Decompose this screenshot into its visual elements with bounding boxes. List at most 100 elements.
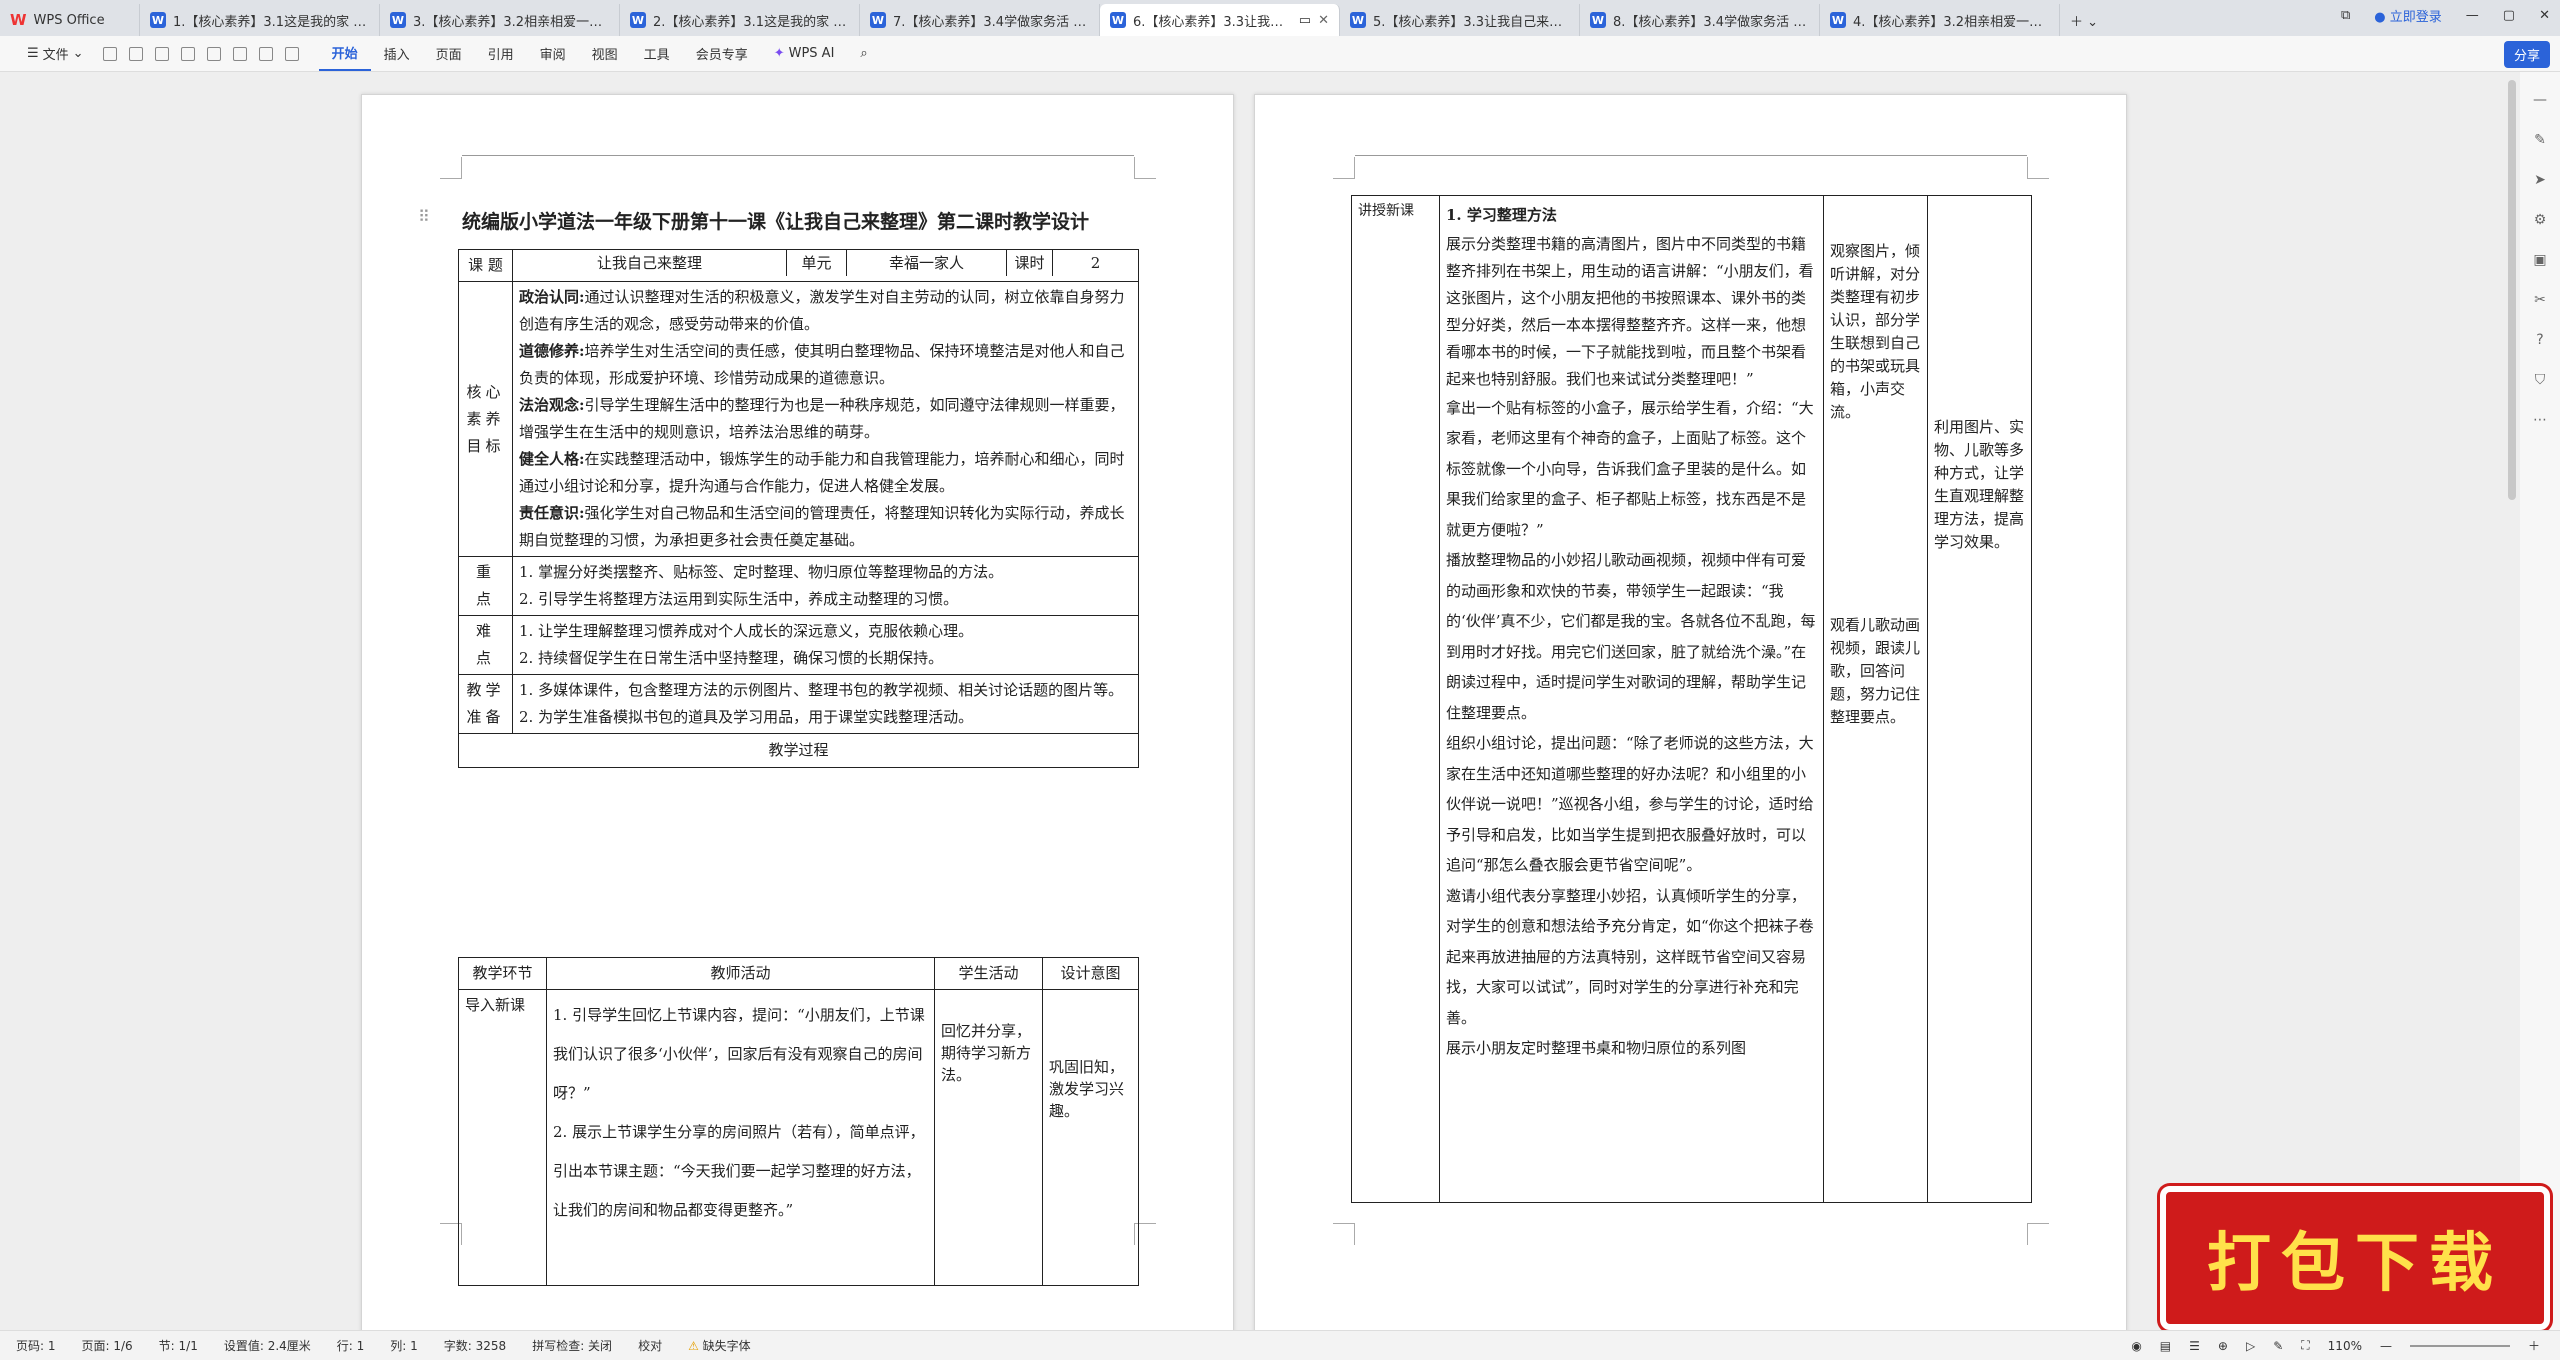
maximize-icon[interactable]: ▢ — [2503, 8, 2515, 23]
document-tab-active[interactable]: W 6.【核心素养】3.3让我自己来 ▭ ✕ — [1100, 4, 1340, 36]
window-controls: ⧉ ● 立即登录 — ▢ ✕ — [2341, 6, 2550, 25]
more-options-icon[interactable]: ⋯ — [2533, 412, 2547, 428]
restore-icon[interactable]: ⧉ — [2341, 8, 2350, 23]
preparation-cell: 1. 多媒体课件，包含整理方法的示例图片、整理书包的教学视频、相关讨论话题的图片… — [512, 674, 1139, 734]
missing-font-label: 缺失字体 — [702, 1339, 751, 1353]
document-tab[interactable]: W 5.【核心素养】3.3让我自己来整理 第 — [1340, 4, 1580, 36]
share-button[interactable]: 分享 — [2503, 41, 2550, 68]
intro-intent: 巩固旧知，激发学习兴趣。 — [1042, 989, 1139, 1286]
web-view-icon[interactable]: ⊕ — [2218, 1339, 2228, 1353]
image-icon[interactable]: ▣ — [2533, 252, 2546, 268]
status-page[interactable]: 页码: 1 — [16, 1337, 56, 1354]
status-row[interactable]: 行: 1 — [337, 1337, 365, 1354]
core-literacy-cell: 政治认同:通过认识整理对生活的积极意义，激发学生对自主劳动的认同，树立依靠自身努… — [512, 281, 1139, 557]
document-tab[interactable]: W 8.【核心素养】3.4学做家务活 第2课时 — [1580, 4, 1820, 36]
pen-icon[interactable]: ✎ — [2273, 1339, 2283, 1353]
tab-page[interactable]: 页面 — [423, 36, 475, 71]
wps-logo-icon: W — [10, 11, 27, 29]
tab-insert[interactable]: 插入 — [371, 36, 423, 71]
fit-icon[interactable]: ⛶ — [2301, 1338, 2309, 1353]
login-label: 立即登录 — [2389, 10, 2442, 25]
word-doc-icon: W — [390, 12, 406, 28]
screenshot-icon[interactable] — [258, 46, 273, 61]
tab-member[interactable]: 会员专享 — [683, 36, 761, 71]
new-tab-button[interactable]: ＋ ⌄ — [2060, 4, 2108, 36]
open-icon[interactable] — [128, 46, 143, 61]
tab-view[interactable]: 视图 — [579, 36, 631, 71]
tab-reference[interactable]: 引用 — [475, 36, 527, 71]
document-title: 统编版小学道法一年级下册第十一课《让我自己来整理》第二课时教学设计 — [462, 211, 1090, 233]
document-tab[interactable]: W 7.【核心素养】3.4学做家务活 第1课时 — [860, 4, 1100, 36]
core-text: 强化学生对自己物品和生活空间的管理责任，将整理知识转化为实际行动，养成长期自觉整… — [519, 504, 1125, 549]
download-banner[interactable]: 打包下载 — [2160, 1186, 2550, 1330]
search-icon[interactable]: ⌕ — [847, 36, 880, 71]
outline-icon[interactable]: ☰ — [2189, 1339, 2200, 1353]
print-icon[interactable] — [154, 46, 169, 61]
status-section[interactable]: 节: 1/1 — [159, 1337, 198, 1354]
wps-ai-button[interactable]: ✦ WPS AI — [761, 36, 848, 71]
pointer-icon[interactable]: ➤ — [2534, 172, 2546, 188]
ribbon-toolbar: ☰ 文件 ⌄ 开始 插入 页面 引用 审阅 视图 工具 会员专享 ✦ WPS AI… — [0, 36, 2560, 72]
vertical-scrollbar[interactable] — [2508, 80, 2516, 500]
eye-icon[interactable]: ◉ — [2131, 1339, 2141, 1353]
core-heading: 健全人格: — [519, 450, 585, 468]
status-col[interactable]: 列: 1 — [390, 1337, 418, 1354]
export-pdf-icon[interactable] — [232, 46, 247, 61]
help-icon[interactable]: ? — [2536, 332, 2543, 348]
login-button[interactable]: ● 立即登录 — [2374, 6, 2442, 25]
document-canvas[interactable]: ⠿ 统编版小学道法一年级下册第十一课《让我自己来整理》第二课时教学设计 课 题 … — [0, 72, 2560, 1334]
document-tab[interactable]: W 3.【核心素养】3.2相亲相爱一家人 第 — [380, 4, 620, 36]
zoom-slider[interactable] — [2409, 1344, 2510, 1347]
status-spell-check[interactable]: 拼写检查: 关闭 — [532, 1337, 612, 1354]
core-heading: 道德修养: — [519, 342, 585, 360]
status-bar: 页码: 1 页面: 1/6 节: 1/1 设置值: 2.4厘米 行: 1 列: … — [0, 1330, 2560, 1360]
zoom-in-icon[interactable]: ＋ — [2528, 1337, 2540, 1354]
menu-icon[interactable]: ☰ 文件 ⌄ — [14, 36, 97, 71]
crop-mark — [2027, 1223, 2049, 1245]
word-doc-icon: W — [630, 12, 646, 28]
header-line — [462, 155, 1134, 156]
status-setting[interactable]: 设置值: 2.4厘米 — [224, 1337, 311, 1354]
document-page-1[interactable]: ⠿ 统编版小学道法一年级下册第十一课《让我自己来整理》第二课时教学设计 课 题 … — [361, 94, 1234, 1334]
document-tab[interactable]: W 4.【核心素养】3.2相亲相爱一家人 第 — [1820, 4, 2060, 36]
tab-home[interactable]: 开始 — [318, 36, 371, 71]
document-page-2[interactable]: 讲授新课 1. 学习整理方法 展示分类整理书籍的高清图片，图片中不同类型的书籍整… — [1254, 94, 2127, 1334]
status-word-count[interactable]: 字数: 3258 — [444, 1337, 506, 1354]
teacher-activity: 展示分类整理书籍的高清图片，图片中不同类型的书籍整齐排列在书架上，用生动的语言讲… — [1446, 234, 1814, 388]
edit-icon[interactable]: ✎ — [2534, 132, 2546, 148]
page-view-icon[interactable]: ▤ — [2160, 1339, 2171, 1353]
minimize-icon[interactable]: — — [2466, 8, 2479, 23]
status-right: ◉ ▤ ☰ ⊕ ▷ ✎ ⛶ 110% — ＋ — [2131, 1337, 2540, 1354]
tab-label: 7.【核心素养】3.4学做家务活 第1课时 — [893, 14, 1089, 30]
save-icon[interactable] — [102, 46, 117, 61]
close-tab-icon[interactable]: ✕ — [1318, 13, 1329, 28]
redo-icon[interactable] — [206, 46, 221, 61]
zoom-out-icon[interactable]: — — [2380, 1339, 2392, 1353]
word-doc-icon: W — [1830, 12, 1846, 28]
app-home-tab[interactable]: W WPS Office — [0, 4, 140, 36]
word-doc-icon: W — [1590, 12, 1606, 28]
missing-font-item[interactable]: ⚠ 缺失字体 — [688, 1337, 751, 1354]
teacher-activity: 2. 展示上节课学生分享的房间照片（若有），简单点评，引出本节课主题：“今天我们… — [553, 1123, 925, 1219]
tab-bar: W WPS Office W 1.【核心素养】3.1这是我的家 第1课时 W 3.【核… — [0, 0, 2560, 36]
status-pages[interactable]: 页面: 1/6 — [82, 1337, 133, 1354]
minus-icon[interactable]: — — [2533, 92, 2547, 108]
document-tab[interactable]: W 1.【核心素养】3.1这是我的家 第1课时 — [140, 4, 380, 36]
zoom-level[interactable]: 110% — [2328, 1339, 2362, 1353]
core-item: 政治认同:通过认识整理对生活的积极意义，激发学生对自主劳动的认同，树立依靠自身努… — [519, 284, 1132, 338]
tab-review[interactable]: 审阅 — [527, 36, 579, 71]
play-icon[interactable]: ▷ — [2246, 1339, 2255, 1353]
crop-mark — [440, 157, 462, 179]
core-item: 健全人格:在实践整理活动中，锻炼学生的动手能力和自我管理能力，培养耐心和细心，同… — [519, 446, 1132, 500]
backup-icon[interactable]: ⛉ — [2535, 372, 2546, 388]
tab-tools[interactable]: 工具 — [631, 36, 683, 71]
more-icon[interactable] — [284, 46, 299, 61]
status-proofread[interactable]: 校对 — [638, 1337, 662, 1354]
settings-icon[interactable]: ⚙ — [2534, 212, 2547, 228]
undo-icon[interactable] — [180, 46, 195, 61]
process-heading: 教学过程 — [458, 733, 1139, 768]
close-window-icon[interactable]: ✕ — [2539, 8, 2550, 23]
tools-icon[interactable]: ✂ — [2534, 292, 2546, 308]
drag-handle-icon[interactable]: ⠿ — [418, 207, 430, 226]
document-tab[interactable]: W 2.【核心素养】3.1这是我的家 第2课时 — [620, 4, 860, 36]
